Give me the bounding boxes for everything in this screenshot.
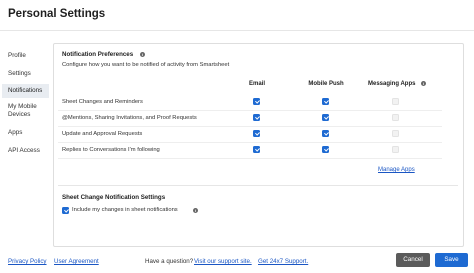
mobile-push-checkbox[interactable] (322, 98, 329, 105)
sidebar-item-apps[interactable]: Apps (2, 126, 49, 140)
support-question-text: Have a question? (145, 258, 194, 265)
section-divider (58, 185, 458, 186)
sidebar-item-my-mobile-devices[interactable]: My Mobile Devices (2, 100, 52, 122)
row-label: Update and Approval Requests (62, 131, 143, 137)
sidebar-item-notifications[interactable]: Notifications (2, 84, 49, 98)
sidebar-item-profile[interactable]: Profile (2, 49, 49, 63)
save-button[interactable]: Save (435, 253, 468, 267)
row-label: @Mentions, Sharing Invitations, and Proo… (62, 115, 197, 121)
sidebar-item-settings[interactable]: Settings (2, 67, 49, 81)
info-icon[interactable]: i (193, 208, 198, 213)
messaging-apps-checkbox[interactable] (392, 130, 399, 137)
info-icon[interactable]: i (139, 51, 145, 57)
notification-row: @Mentions, Sharing Invitations, and Proo… (58, 111, 442, 127)
email-checkbox[interactable] (253, 98, 260, 105)
notification-row: Sheet Changes and Reminders (58, 95, 442, 111)
row-label: Sheet Changes and Reminders (62, 99, 143, 105)
support-site-link[interactable]: Visit our support site. (194, 258, 252, 265)
column-header-email: Email (248, 81, 265, 87)
email-checkbox[interactable] (253, 114, 260, 121)
notification-row: Update and Approval Requests (58, 127, 442, 143)
sheet-change-settings-heading: Sheet Change Notification Settings (62, 194, 166, 201)
include-my-changes-label: Include my changes in sheet notification… (72, 207, 178, 213)
messaging-apps-checkbox[interactable] (392, 146, 399, 153)
email-checkbox[interactable] (253, 130, 260, 137)
column-header-messaging-apps: Messaging Apps i (368, 81, 438, 87)
privacy-policy-link[interactable]: Privacy Policy (8, 258, 47, 265)
notification-preferences-title: Notification Preferences (62, 51, 134, 58)
messaging-apps-checkbox[interactable] (392, 114, 399, 121)
notification-preferences-heading: Notification Preferences i (62, 51, 145, 58)
column-header-mobile-push: Mobile Push (308, 81, 344, 87)
user-agreement-link[interactable]: User Agreement (54, 258, 99, 265)
mobile-push-checkbox[interactable] (322, 114, 329, 121)
notification-row: Replies to Conversations I'm following (58, 143, 442, 159)
row-label: Replies to Conversations I'm following (62, 147, 160, 153)
header-divider (0, 30, 474, 31)
mobile-push-checkbox[interactable] (322, 130, 329, 137)
messaging-apps-checkbox[interactable] (392, 98, 399, 105)
info-icon[interactable]: i (421, 81, 427, 86)
support-247-link[interactable]: Get 24x7 Support. (258, 258, 308, 265)
dialog-title: Personal Settings (8, 8, 106, 20)
manage-apps-link[interactable]: Manage Apps (378, 167, 415, 173)
email-checkbox[interactable] (253, 146, 260, 153)
include-my-changes-checkbox[interactable] (62, 207, 69, 214)
messaging-apps-label: Messaging Apps (368, 81, 416, 88)
cancel-button[interactable]: Cancel (396, 253, 430, 267)
sidebar-item-api-access[interactable]: API Access (2, 144, 49, 158)
notification-preferences-description: Configure how you want to be notified of… (62, 62, 230, 68)
mobile-push-checkbox[interactable] (322, 146, 329, 153)
